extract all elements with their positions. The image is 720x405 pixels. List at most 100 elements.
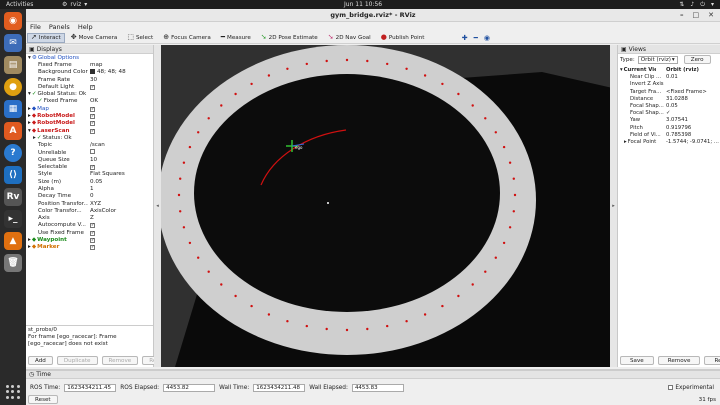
maximize-icon[interactable]: □ bbox=[693, 11, 700, 19]
visibility-checkbox[interactable] bbox=[90, 149, 95, 154]
view-row-value[interactable]: ✓ bbox=[666, 110, 670, 116]
display-row-value[interactable] bbox=[90, 149, 95, 156]
firefox-icon[interactable]: ◉ bbox=[4, 12, 22, 30]
display-row[interactable]: Selectable ✓ bbox=[26, 163, 153, 171]
menu-file[interactable]: File bbox=[30, 23, 41, 31]
experimental-checkbox[interactable] bbox=[668, 385, 674, 390]
display-row[interactable]: ▾⚙Global Options bbox=[26, 54, 153, 61]
color-swatch[interactable] bbox=[90, 69, 95, 75]
expand-arrow-icon[interactable]: ▸ bbox=[28, 244, 31, 250]
view-row[interactable]: Focal Shap... 0.05 bbox=[618, 103, 720, 110]
visibility-checkbox[interactable]: ✓ bbox=[90, 114, 95, 120]
ros-time-field[interactable]: 1623434211.45 bbox=[64, 383, 117, 392]
wall-time-field[interactable]: 1623434211.48 bbox=[253, 383, 306, 392]
rename-view-button[interactable]: Rename bbox=[704, 356, 720, 365]
ros-elapsed-field[interactable]: 4453.82 bbox=[163, 383, 216, 392]
expand-arrow-icon[interactable]: ▸ bbox=[33, 135, 36, 141]
software-icon[interactable]: A bbox=[4, 122, 22, 140]
display-row[interactable]: Background Color 48; 48; 48 bbox=[26, 69, 153, 76]
expand-arrow-icon[interactable]: ▾ bbox=[28, 128, 31, 134]
display-row[interactable]: Position Transfor... XYZ bbox=[26, 200, 153, 207]
vscode-icon[interactable]: ⟨⟩ bbox=[4, 166, 22, 184]
display-row-value[interactable]: Flat Squares bbox=[90, 171, 125, 177]
add-tool-icon[interactable]: ✚ bbox=[462, 34, 468, 42]
views-tree[interactable]: ▾Current View Orbit (rviz) Near Clip ... 0.… bbox=[618, 67, 720, 146]
view-row[interactable]: ▾Current View Orbit (rviz) bbox=[618, 67, 720, 74]
expand-arrow-icon[interactable]: ▸ bbox=[28, 113, 31, 119]
expand-arrow-icon[interactable]: ▸ bbox=[28, 120, 31, 126]
view-type-select[interactable]: Orbit (rviz) ▾ bbox=[637, 55, 678, 64]
tool-interact[interactable]: ➚ Interact bbox=[27, 32, 65, 43]
vlc-icon[interactable]: ▲ bbox=[4, 232, 22, 250]
menu-help[interactable]: Help bbox=[78, 23, 93, 31]
view-row[interactable]: Field of Vi... 0.785398 bbox=[618, 132, 720, 139]
display-row-value[interactable]: ✓ bbox=[90, 230, 95, 236]
tool-measure[interactable]: ━ Measure bbox=[217, 33, 255, 43]
display-row[interactable]: Alpha 1 bbox=[26, 185, 153, 192]
view-row-value[interactable]: <Fixed Frame> bbox=[666, 89, 707, 95]
show-apps-icon[interactable] bbox=[6, 385, 20, 399]
view-row-value[interactable]: 0.919796 bbox=[666, 125, 691, 131]
view-row[interactable]: Yaw 3.07541 bbox=[618, 117, 720, 124]
display-row-value[interactable]: Z bbox=[90, 215, 94, 221]
display-row[interactable]: ▸◆Map ✓ bbox=[26, 105, 153, 112]
expand-arrow-icon[interactable]: ▸ bbox=[28, 106, 31, 112]
display-row-value[interactable]: XYZ bbox=[90, 201, 101, 207]
display-row-value[interactable]: ✓ bbox=[90, 113, 95, 120]
display-row-value[interactable]: ✓ bbox=[90, 222, 95, 229]
help-icon[interactable]: ? bbox=[4, 144, 22, 162]
files-icon[interactable]: ▤ bbox=[4, 56, 22, 74]
view-row[interactable]: Pitch 0.919796 bbox=[618, 125, 720, 132]
view-row-value[interactable]: 3.07541 bbox=[666, 117, 688, 123]
view-row-value[interactable]: 0.785398 bbox=[666, 132, 691, 138]
expand-arrow-icon[interactable]: ▾ bbox=[28, 91, 31, 97]
view-row-value[interactable]: 31.0288 bbox=[666, 96, 688, 102]
expand-arrow-icon[interactable]: ▸ bbox=[624, 139, 627, 145]
rhythmbox-icon[interactable]: ● bbox=[4, 78, 22, 96]
display-row-value[interactable]: map bbox=[90, 62, 102, 68]
add-display-button[interactable]: Add bbox=[28, 356, 53, 365]
visibility-checkbox[interactable]: ✓ bbox=[90, 106, 95, 112]
wall-elapsed-field[interactable]: 4453.83 bbox=[351, 383, 404, 392]
expand-arrow-icon[interactable]: ▸ bbox=[28, 237, 31, 243]
display-row[interactable]: Default Light ✓ bbox=[26, 83, 153, 90]
visibility-checkbox[interactable]: ✓ bbox=[90, 230, 95, 236]
close-icon[interactable]: ✕ bbox=[708, 11, 714, 19]
expand-arrow-icon[interactable]: ▾ bbox=[620, 67, 623, 73]
right-splitter[interactable]: ▸ bbox=[610, 45, 617, 367]
display-row[interactable]: Fixed Frame map bbox=[26, 61, 153, 68]
view-row-value[interactable]: Orbit (rviz) bbox=[666, 67, 699, 73]
display-row[interactable]: ▾✓Global Status: Ok bbox=[26, 90, 153, 97]
display-row-value[interactable]: OK bbox=[90, 98, 98, 104]
view-row-value[interactable]: 0.05 bbox=[666, 103, 678, 109]
display-row-value[interactable]: ✓ bbox=[90, 244, 95, 251]
display-row[interactable]: ▸◆RobotModel ✓ bbox=[26, 120, 153, 127]
display-row[interactable]: Color Transfor... AxisColor bbox=[26, 207, 153, 214]
view-row[interactable]: ▸Focal Point -1.5744; -9.0741; ... bbox=[618, 139, 720, 146]
display-row[interactable]: ▸◆Marker ✓ bbox=[26, 244, 153, 251]
display-row[interactable]: Topic/scan bbox=[26, 142, 153, 149]
display-row[interactable]: Autocompute V... ✓ bbox=[26, 222, 153, 229]
display-row-value[interactable]: ✓ bbox=[90, 237, 95, 244]
activities-button[interactable]: Activities bbox=[6, 1, 33, 8]
view-row[interactable]: Target Fra... <Fixed Frame> bbox=[618, 89, 720, 96]
view-row-value[interactable]: 0.01 bbox=[666, 74, 678, 80]
remove-tool-icon[interactable]: ━ bbox=[474, 34, 478, 42]
terminal-icon[interactable]: ▸_ bbox=[4, 210, 22, 228]
display-row-value[interactable]: ✓ bbox=[90, 164, 95, 171]
display-row-value[interactable]: 1 bbox=[90, 186, 94, 192]
visibility-checkbox[interactable]: ✓ bbox=[90, 238, 95, 244]
display-row[interactable]: Unreliable bbox=[26, 149, 153, 156]
display-row-value[interactable]: 0 bbox=[90, 193, 94, 199]
display-row[interactable]: Frame Rate 30 bbox=[26, 76, 153, 83]
display-row[interactable]: Queue Size 10 bbox=[26, 156, 153, 163]
clock[interactable]: Jun 11 10:56 bbox=[344, 1, 382, 8]
display-row[interactable]: ✓Fixed Frame OK bbox=[26, 98, 153, 105]
save-view-button[interactable]: Save bbox=[620, 356, 654, 365]
display-row-value[interactable]: /scan bbox=[90, 142, 105, 148]
app-menu[interactable]: ⚙ rviz ▾ bbox=[62, 1, 87, 8]
view-row[interactable]: Invert Z Axis bbox=[618, 81, 720, 88]
display-row-value[interactable]: AxisColor bbox=[90, 208, 116, 214]
display-row-value[interactable]: 48; 48; 48 bbox=[90, 69, 126, 75]
zero-button[interactable]: Zero bbox=[683, 55, 711, 64]
